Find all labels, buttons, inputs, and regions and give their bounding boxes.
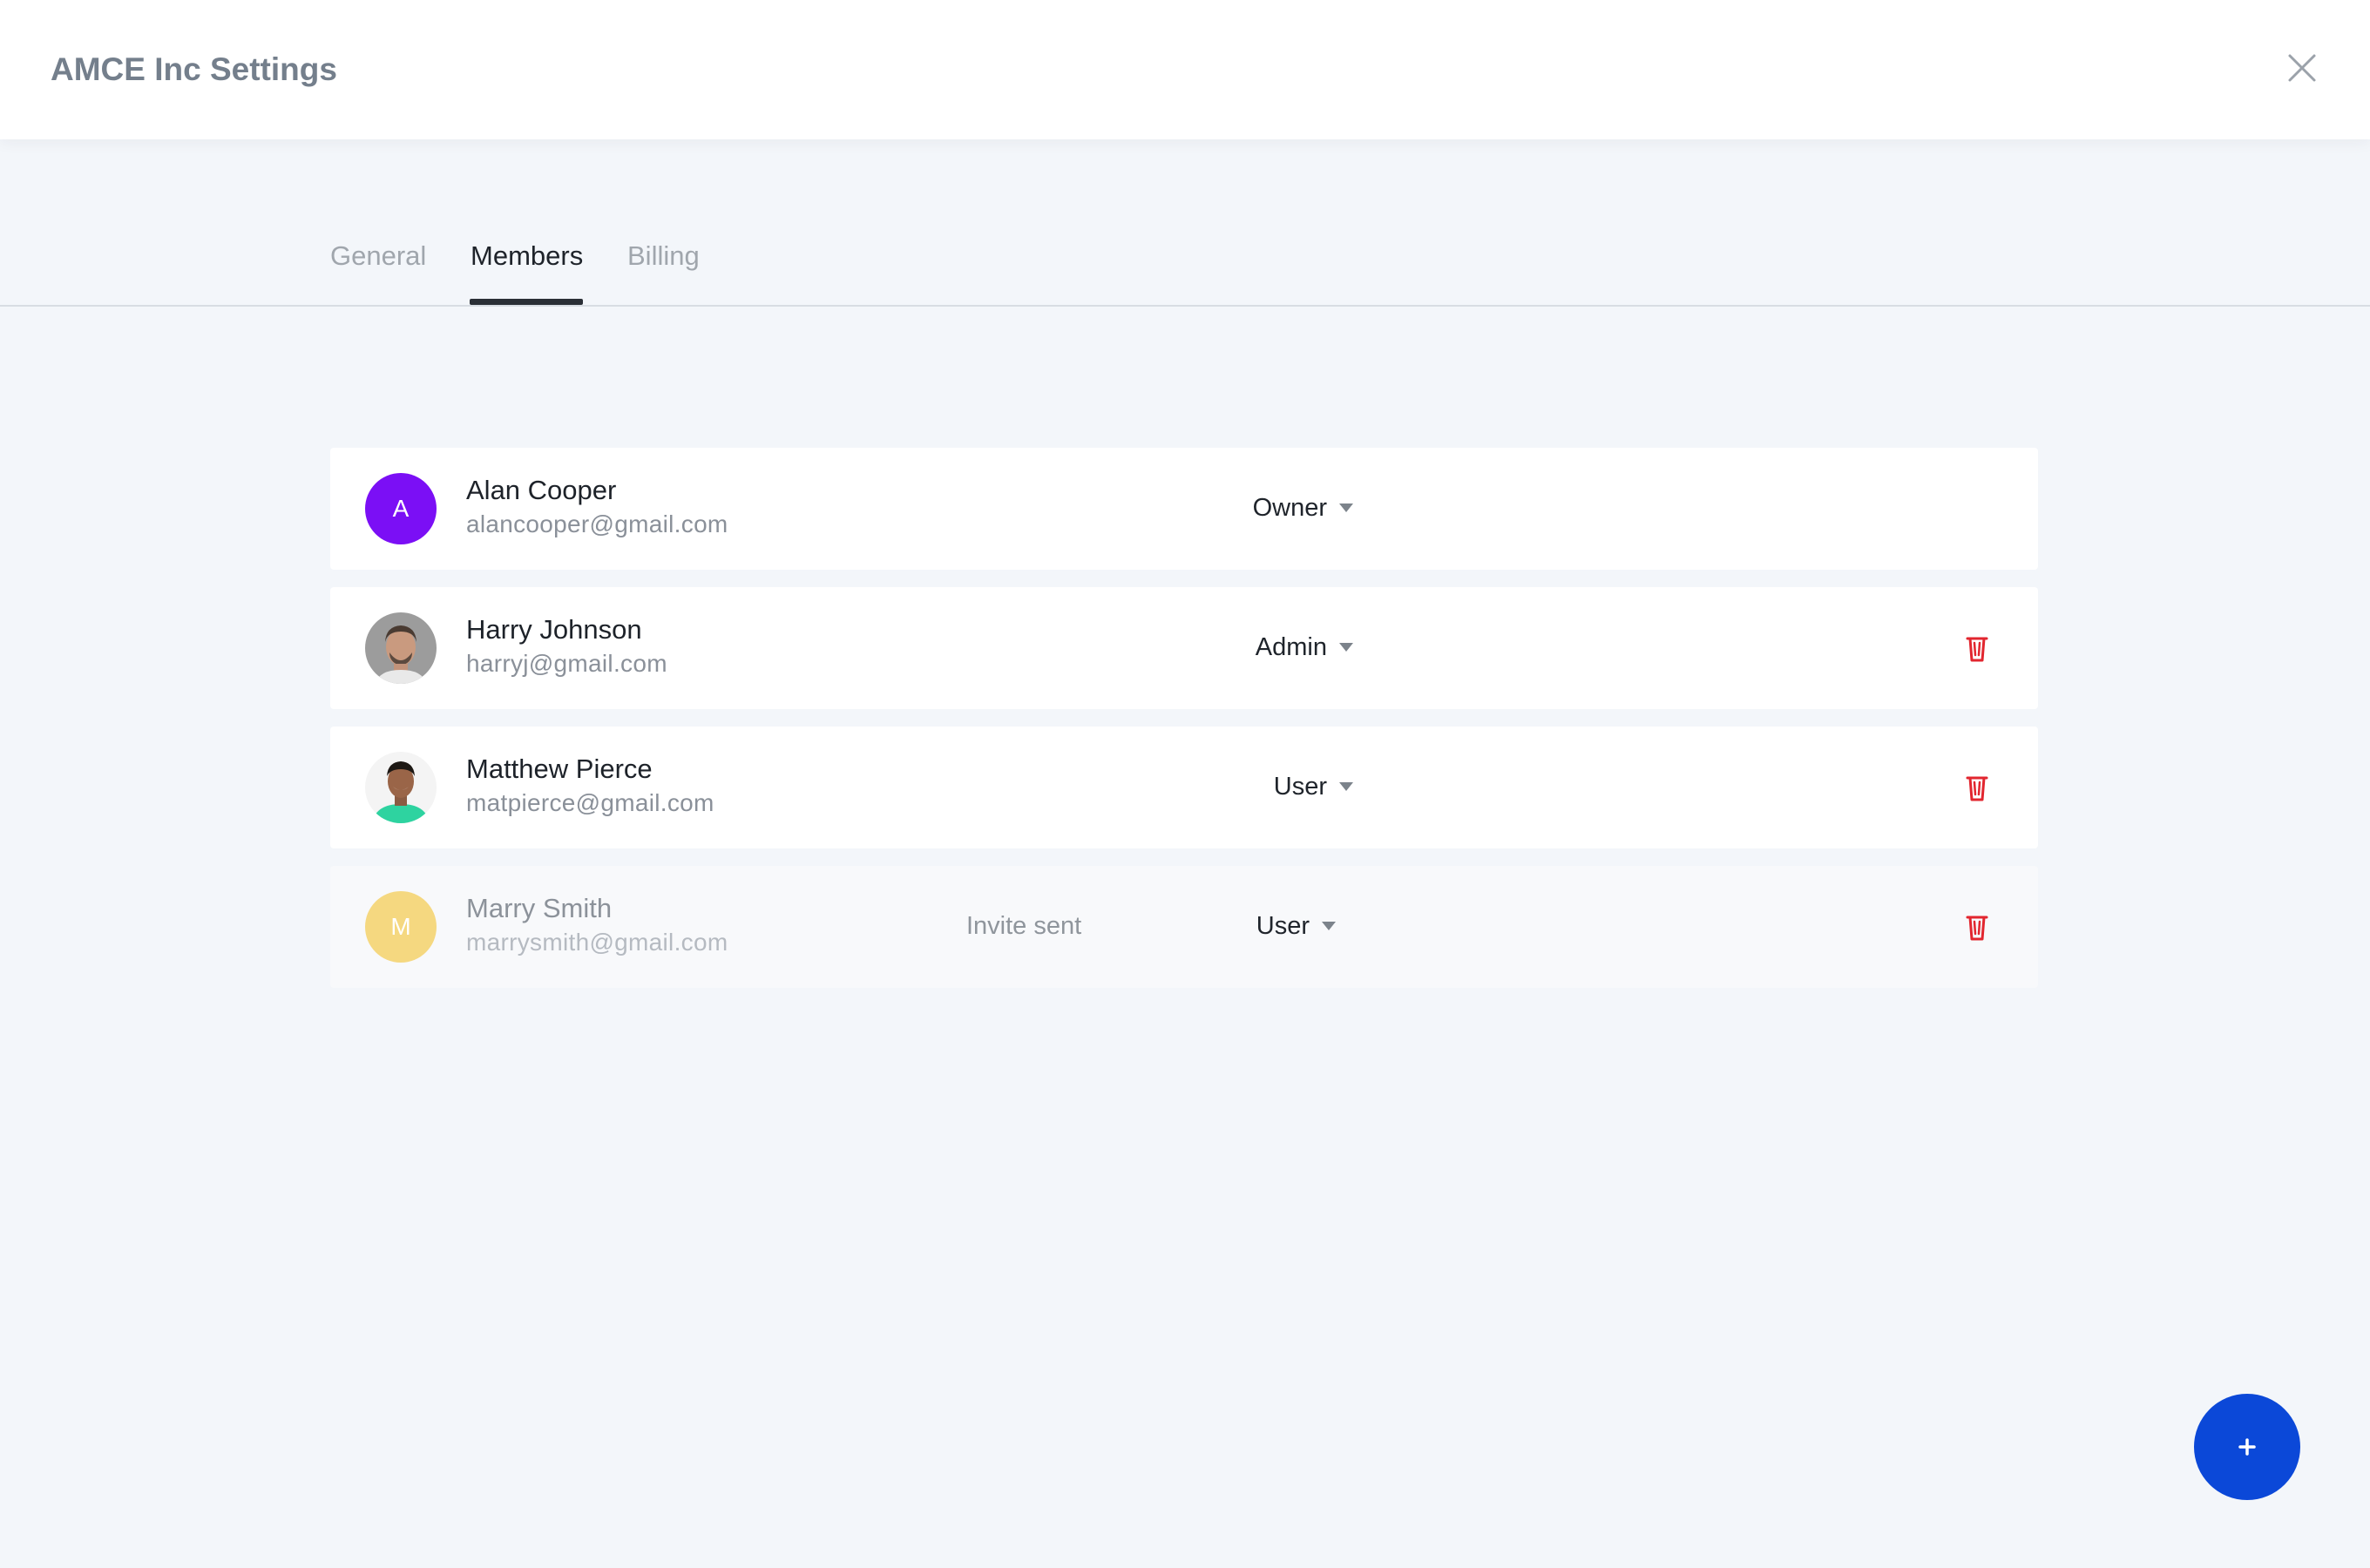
role-label: Admin [1255,632,1327,661]
member-name: Harry Johnson [466,614,642,645]
member-email: alancooper@gmail.com [466,510,728,537]
chevron-down-icon [1322,922,1336,930]
chevron-down-icon [1339,782,1353,791]
delete-member-button[interactable] [1960,909,1994,944]
role-dropdown[interactable]: Owner [1253,488,1353,528]
tab-billing[interactable]: Billing [627,237,700,275]
close-button[interactable] [2279,45,2325,91]
role-dropdown[interactable]: User [1256,906,1336,946]
role-dropdown[interactable]: User [1274,767,1353,807]
member-name: Marry Smith [466,893,613,923]
delete-member-button[interactable] [1960,631,1994,666]
chevron-down-icon [1339,643,1353,652]
active-tab-indicator [470,299,583,305]
member-name: Matthew Pierce [466,754,653,784]
invite-status: Invite sent [966,912,1082,940]
member-email: matpierce@gmail.com [466,789,714,816]
member-row: A Alan Cooper alancooper@gmail.com Owner [330,448,2038,570]
member-row-pending: M Marry Smith marrysmith@gmail.com Invit… [330,866,2038,988]
avatar [365,752,437,823]
member-email: marrysmith@gmail.com [466,929,728,956]
member-email: harryj@gmail.com [466,650,667,677]
tab-members[interactable]: Members [471,237,583,275]
tab-bar: General Members Billing [0,200,2370,307]
delete-member-button[interactable] [1960,770,1994,805]
member-name: Alan Cooper [466,475,617,505]
add-member-button[interactable] [2194,1394,2300,1500]
avatar [365,612,437,684]
close-icon [2288,54,2316,82]
role-label: User [1273,772,1327,801]
role-label: Owner [1252,493,1327,522]
role-label: User [1256,911,1310,940]
trash-icon [1966,637,1988,662]
user-photo-icon [365,612,437,684]
settings-page: AMCE Inc Settings General Members Billin… [0,0,2370,1568]
header: AMCE Inc Settings [0,0,2370,139]
member-row: Harry Johnson harryj@gmail.com Admin [330,587,2038,709]
avatar: M [365,891,437,963]
member-row: Matthew Pierce matpierce@gmail.com User [330,727,2038,848]
user-photo-icon [365,752,437,823]
avatar: A [365,473,437,544]
trash-icon [1966,916,1988,941]
role-dropdown[interactable]: Admin [1256,627,1353,667]
chevron-down-icon [1339,504,1353,512]
page-title: AMCE Inc Settings [51,51,337,87]
plus-icon [2238,1438,2256,1456]
trash-icon [1966,776,1988,801]
tab-general[interactable]: General [330,237,426,275]
